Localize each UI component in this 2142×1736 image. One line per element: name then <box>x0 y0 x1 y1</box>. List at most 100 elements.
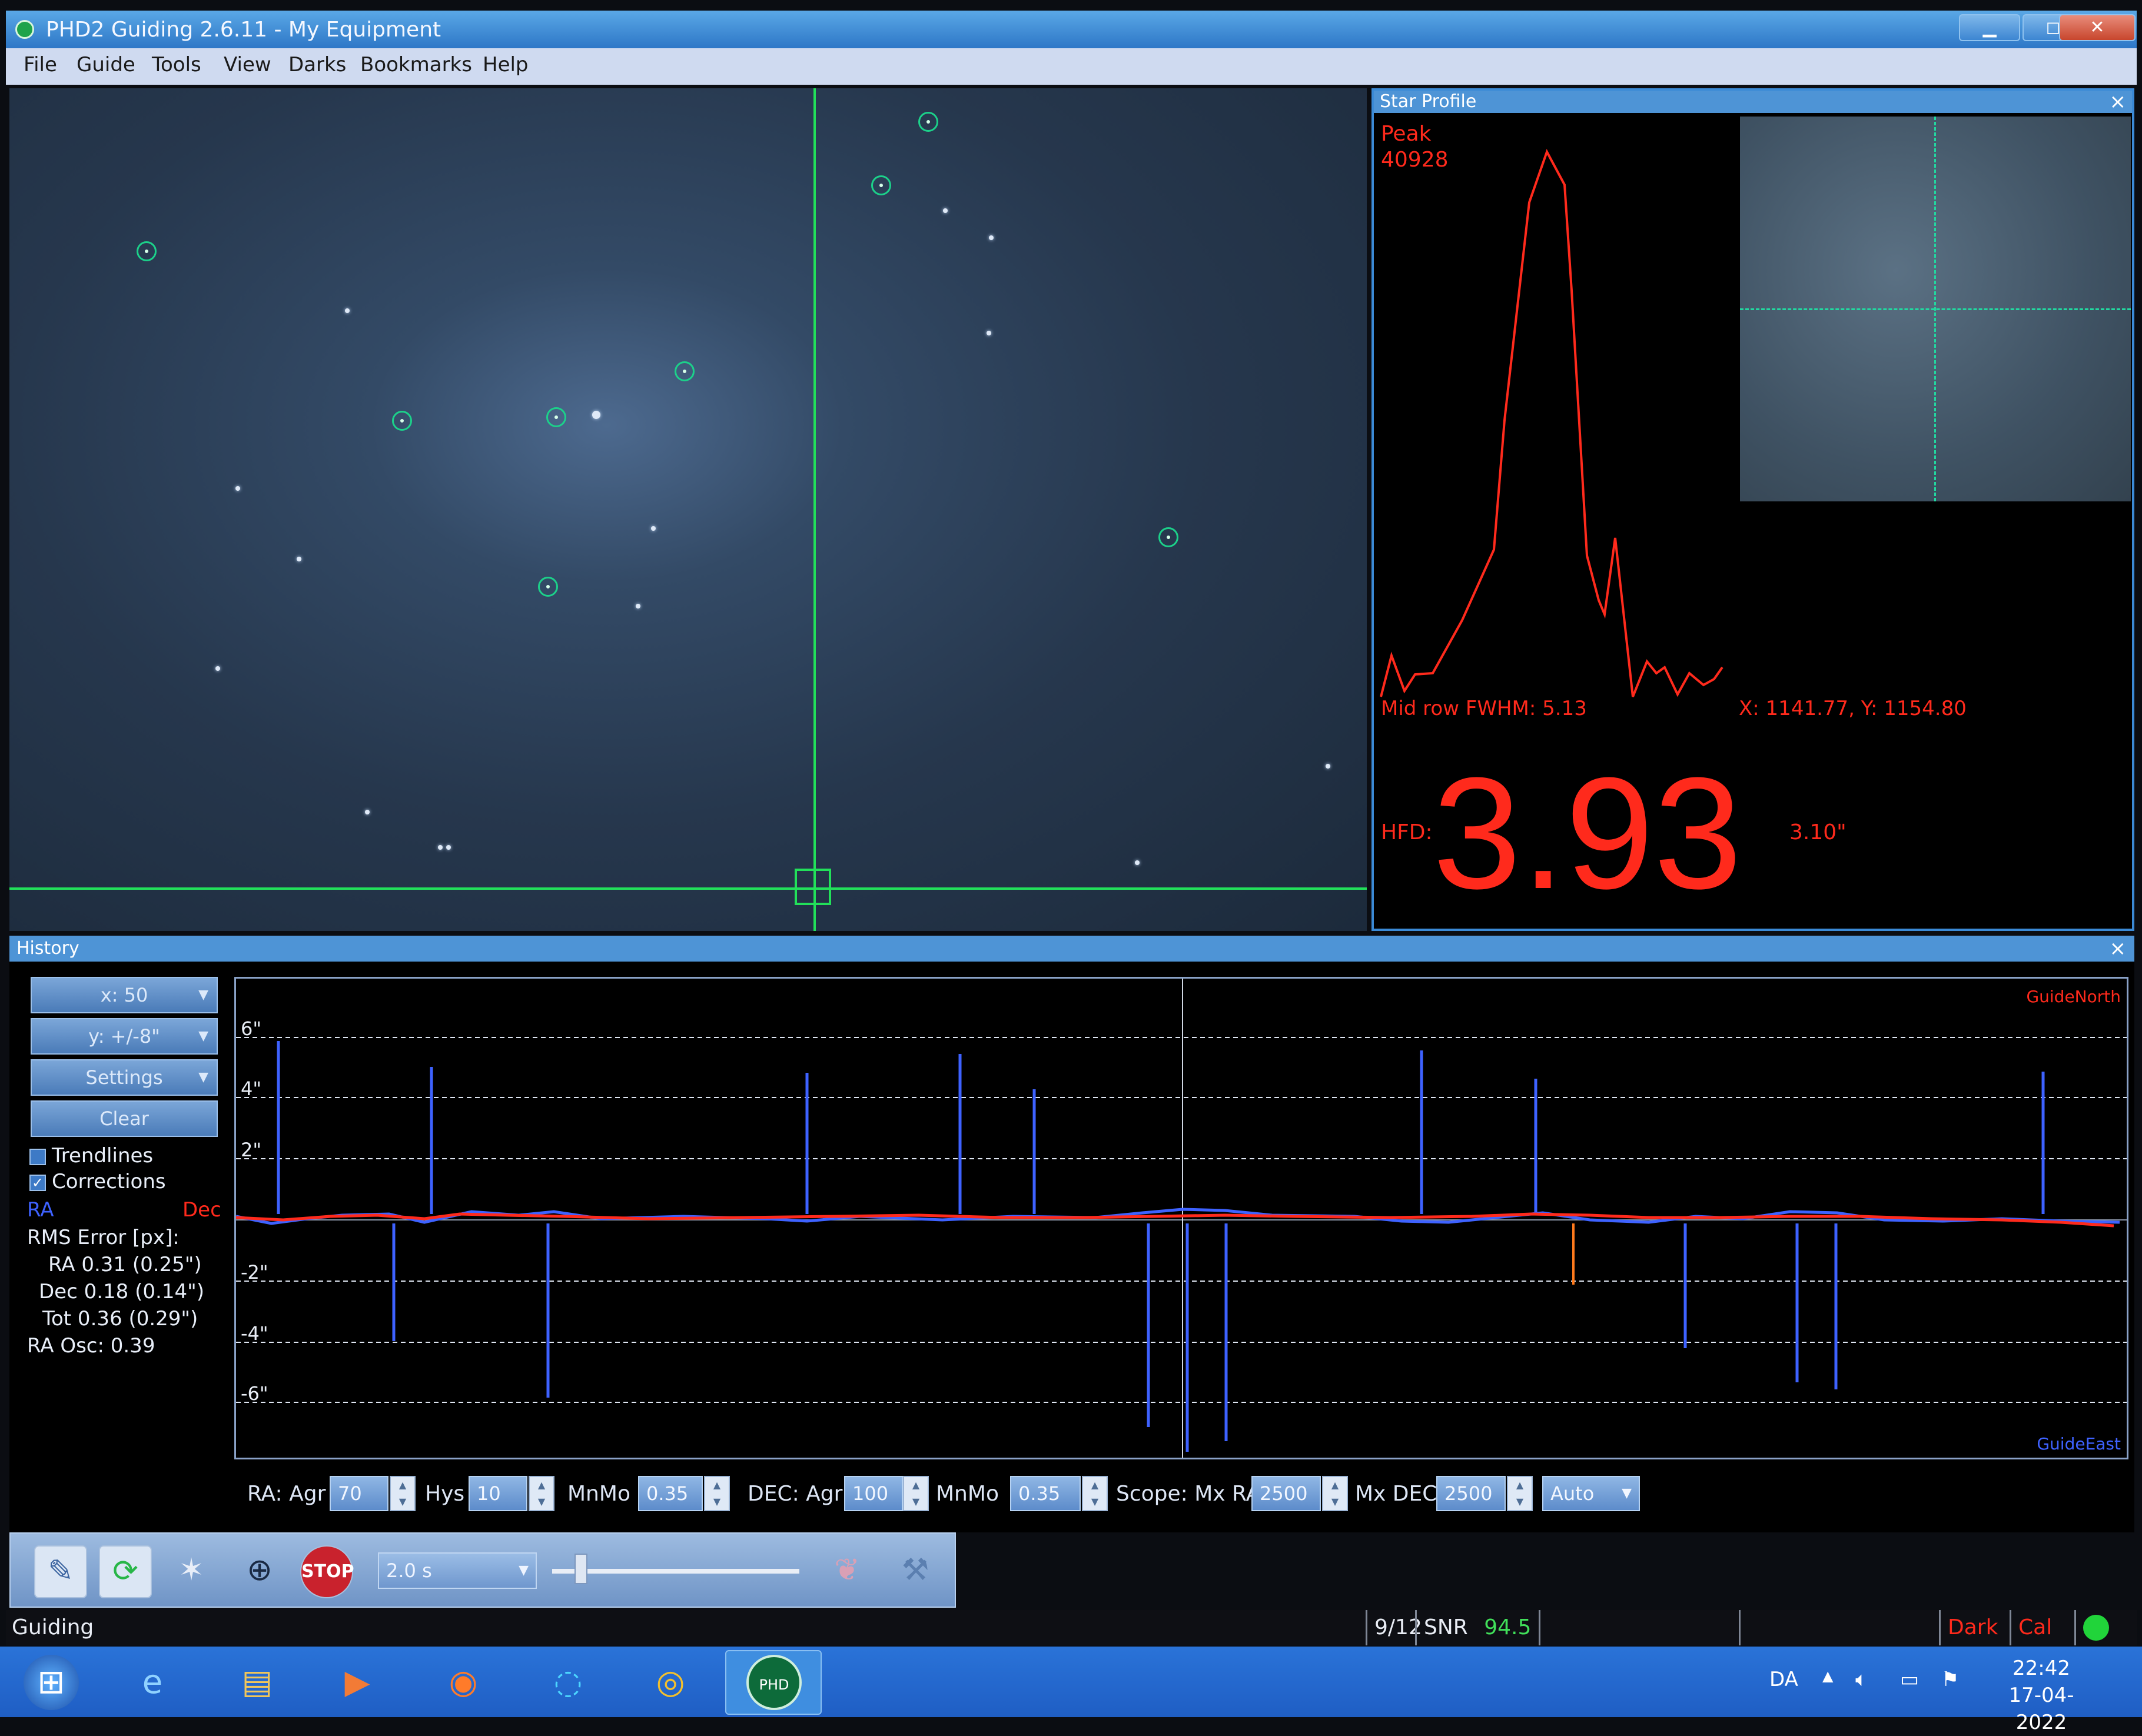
stop-button[interactable]: STOP <box>300 1545 354 1598</box>
y-scale-dropdown[interactable]: y: +/-8" ▼ <box>31 1018 218 1055</box>
menu-tools[interactable]: Tools <box>152 53 201 77</box>
menu-darks[interactable]: Darks <box>288 53 346 77</box>
menu-view[interactable]: View <box>224 53 271 77</box>
menu-help[interactable]: Help <box>483 53 529 77</box>
star <box>989 235 994 240</box>
mxra-spinner[interactable]: ▲ ▼ <box>1322 1476 1348 1511</box>
ra-min-move-input[interactable]: 0.35 <box>638 1476 703 1511</box>
language-indicator[interactable]: DA <box>1769 1668 1798 1691</box>
action-center-flag-icon[interactable]: ⚑ <box>1941 1668 1959 1691</box>
firefox-icon[interactable]: ◉ <box>436 1655 491 1710</box>
brain-icon: ❦ <box>834 1552 860 1588</box>
volume-icon[interactable]: 🔈︎ <box>1855 1668 1867 1691</box>
clear-button[interactable]: Clear <box>31 1100 218 1137</box>
hysteresis-input[interactable]: 10 <box>469 1476 527 1511</box>
max-ra-duration-input[interactable]: 2500 <box>1251 1476 1321 1511</box>
brain-settings-button[interactable]: ❦ <box>821 1545 874 1598</box>
internet-explorer-icon[interactable]: e <box>125 1655 180 1710</box>
windows-logo-icon: ⊞ <box>37 1663 65 1701</box>
x-scale-label: x: 50 <box>100 984 148 1006</box>
history-close-button[interactable]: × <box>2110 936 2127 962</box>
menu-guide[interactable]: Guide <box>77 53 135 77</box>
history-panel: x: 50 ▼ y: +/-8" ▼ Settings ▼ Clear Trendli… <box>9 962 2134 1532</box>
chevron-down-icon: ▼ <box>519 1563 529 1578</box>
star-profile-close-button[interactable]: × <box>2110 91 2127 113</box>
snr-display: SNR 94.5 <box>1415 1610 1539 1645</box>
crosshair-target-icon: ⊕ <box>247 1552 273 1588</box>
settings-dropdown[interactable]: Settings ▼ <box>31 1059 218 1096</box>
ra-oscillation: RA Osc: 0.39 <box>27 1334 155 1358</box>
guide-camera-image[interactable] <box>9 88 1367 931</box>
phd2-app-icon <box>15 20 34 39</box>
minimize-button[interactable]: ▁ <box>1959 14 2020 41</box>
guide-star-marker[interactable] <box>546 407 566 427</box>
guide-button[interactable]: ⊕ <box>233 1545 286 1598</box>
thumbnail-crosshair-horizontal <box>1740 308 2131 310</box>
trendlines-toggle[interactable]: Trendlines <box>29 1144 153 1168</box>
rms-title: RMS Error [px]: <box>27 1226 180 1249</box>
ra-agr-label: RA: Agr <box>247 1482 326 1506</box>
menu-bar: File Guide Tools View Darks Bookmarks He… <box>6 48 2137 85</box>
history-graph-svg: 6" 4" 2" -2" -4" -6" GuideNorth GuideEas… <box>235 979 2127 1458</box>
gamma-slider-thumb[interactable] <box>574 1554 587 1584</box>
guide-star-marker[interactable] <box>392 411 412 431</box>
star <box>235 486 240 491</box>
guide-star-marker[interactable] <box>538 577 558 597</box>
x-scale-dropdown[interactable]: x: 50 ▼ <box>31 977 218 1013</box>
edge-icon[interactable]: ◌ <box>540 1655 596 1710</box>
guide-star-marker[interactable] <box>918 112 938 132</box>
exposure-duration-select[interactable]: 2.0 s ▼ <box>378 1552 537 1589</box>
trendlines-checkbox[interactable] <box>29 1148 46 1165</box>
connect-equipment-button[interactable]: ✎ <box>34 1545 87 1598</box>
menu-bookmarks[interactable]: Bookmarks <box>360 53 472 77</box>
scope-mxra-label: Scope: Mx RA <box>1116 1482 1261 1506</box>
lock-position-box <box>795 869 831 905</box>
dec-mnmo-spinner[interactable]: ▲ ▼ <box>1082 1476 1108 1511</box>
camera-settings-button[interactable]: ⚒ <box>889 1545 942 1598</box>
start-button[interactable]: ⊞ <box>24 1655 79 1710</box>
guide-star-marker[interactable] <box>137 241 157 261</box>
hys-spinner[interactable]: ▲ ▼ <box>529 1476 554 1511</box>
dec-min-move-input[interactable]: 0.35 <box>1010 1476 1081 1511</box>
rms-stats: RMS Error [px]: RA 0.31 (0.25") Dec 0.18… <box>27 1224 204 1359</box>
star <box>446 845 451 850</box>
guide-history-graph[interactable]: 6" 4" 2" -2" -4" -6" GuideNorth GuideEas… <box>234 977 2128 1459</box>
corrections-checkbox[interactable]: ✓ <box>29 1174 46 1191</box>
calibration-indicator: Cal <box>2010 1610 2052 1645</box>
mxdec-spinner[interactable]: ▲ ▼ <box>1507 1476 1533 1511</box>
ra-mnmo-label: MnMo <box>567 1482 630 1506</box>
loop-icon: ⟳ <box>112 1554 138 1589</box>
dec-aggressiveness-input[interactable]: 100 <box>844 1476 903 1511</box>
dec-agr-spinner[interactable]: ▲ ▼ <box>903 1476 929 1511</box>
tray-expand-icon[interactable]: ▲ <box>1822 1668 1833 1684</box>
chrome-icon[interactable]: ◎ <box>643 1655 698 1710</box>
ra-mnmo-spinner[interactable]: ▲ ▼ <box>704 1476 730 1511</box>
network-icon[interactable]: ▭ <box>1900 1668 1919 1691</box>
guide-north-label: GuideNorth <box>2026 987 2121 1006</box>
trendlines-label: Trendlines <box>52 1144 154 1168</box>
star <box>1326 764 1330 769</box>
close-button[interactable]: ✕ <box>2059 14 2136 41</box>
corrections-label: Corrections <box>52 1170 166 1193</box>
guide-star-marker[interactable] <box>675 361 695 381</box>
system-clock[interactable]: 22:42 17-04-2022 <box>1988 1655 2094 1736</box>
guide-star-marker[interactable] <box>871 175 891 195</box>
history-panel-header: History × <box>9 936 2134 962</box>
corrections-toggle[interactable]: ✓ Corrections <box>29 1170 166 1193</box>
dec-guide-mode-select[interactable]: Auto ▼ <box>1542 1476 1640 1511</box>
auto-select-star-button[interactable]: ✶ <box>165 1545 218 1598</box>
guide-star-marker[interactable] <box>1158 527 1178 547</box>
max-dec-duration-input[interactable]: 2500 <box>1436 1476 1506 1511</box>
guide-east-label: GuideEast <box>2037 1434 2121 1454</box>
ra-agr-spinner[interactable]: ▲ ▼ <box>390 1476 416 1511</box>
media-player-icon[interactable]: ▶ <box>330 1655 385 1710</box>
file-explorer-icon[interactable]: ▤ <box>230 1655 285 1710</box>
gamma-slider-track[interactable] <box>552 1569 799 1574</box>
star <box>438 845 443 850</box>
loop-exposure-button[interactable]: ⟳ <box>99 1545 152 1598</box>
menu-file[interactable]: File <box>24 53 57 77</box>
stop-icon: STOP <box>301 1561 354 1582</box>
phd2-taskbar-button[interactable]: PHD <box>725 1650 822 1715</box>
ra-aggressiveness-input[interactable]: 70 <box>330 1476 388 1511</box>
star-profile-panel: Star Profile × Peak 40928 Mid row FWHM: … <box>1371 88 2134 931</box>
